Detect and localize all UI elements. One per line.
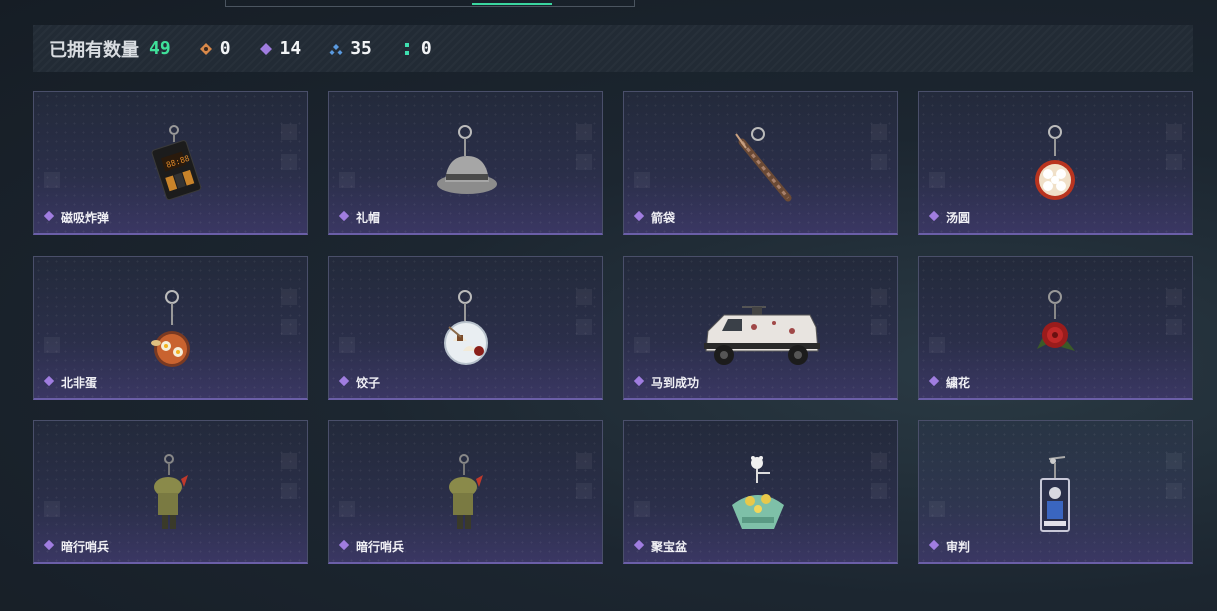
item-card[interactable]: 北非蛋 (33, 256, 308, 400)
item-card[interactable]: 聚宝盆 (623, 420, 898, 564)
item-card[interactable]: 审判 (918, 420, 1193, 564)
item-card[interactable]: 暗行哨兵 (328, 420, 603, 564)
item-name: 审判 (928, 538, 970, 555)
item-card[interactable]: 繍花 (918, 256, 1193, 400)
item-name: 暗行哨兵 (43, 538, 109, 555)
item-name: 聚宝盆 (633, 538, 687, 555)
item-name-label: 暗行哨兵 (61, 540, 110, 554)
item-name-label: 暗行哨兵 (356, 540, 405, 554)
item-card[interactable]: 饺子 (328, 256, 603, 400)
item-card[interactable]: 暗行哨兵 (33, 420, 308, 564)
purple-diamond-icon (633, 210, 645, 225)
purple-diamond-icon (43, 210, 55, 225)
purple-diamond-icon (43, 375, 55, 390)
stat-blue: 35 (329, 38, 372, 59)
item-name: 汤圆 (928, 209, 970, 226)
item-name: 马到成功 (633, 374, 699, 391)
purple-diamond-icon (928, 210, 940, 225)
stat-orange-value: 0 (219, 38, 231, 59)
stat-blue-value: 35 (350, 38, 372, 59)
item-name-label: 审判 (946, 540, 971, 554)
item-name: 磁吸炸弹 (43, 209, 109, 226)
item-name-label: 北非蛋 (61, 376, 98, 390)
owned-count-label: 已拥有数量 (49, 39, 139, 61)
stat-green-value: 0 (420, 38, 432, 59)
item-name-label: 礼帽 (356, 211, 381, 225)
item-name-label: 箭袋 (651, 211, 676, 225)
purple-diamond-icon (338, 210, 350, 225)
item-name-label: 聚宝盆 (651, 540, 688, 554)
blue-diamond-icon (329, 42, 343, 56)
item-name-label: 饺子 (356, 376, 381, 390)
orange-diamond-icon (199, 42, 213, 56)
item-name: 暗行哨兵 (338, 538, 404, 555)
purple-diamond-icon (43, 539, 55, 554)
top-tab-bar[interactable] (225, 0, 635, 7)
purple-diamond-icon (338, 539, 350, 554)
item-name: 礼帽 (338, 209, 380, 226)
item-card[interactable]: 汤圆 (918, 91, 1193, 235)
purple-diamond-icon (928, 375, 940, 390)
stat-purple-value: 14 (279, 38, 302, 59)
purple-diamond-icon (338, 375, 350, 390)
item-name-label: 繍花 (946, 376, 971, 390)
green-dots-icon (400, 42, 414, 56)
item-card[interactable]: 箭袋 (623, 91, 898, 235)
ownership-summary-bar: 已拥有数量 49 0 14 35 0 (33, 25, 1193, 72)
item-card[interactable]: 88:88 磁吸炸弹 (33, 91, 308, 235)
active-tab-indicator (472, 3, 552, 5)
purple-diamond-icon (633, 539, 645, 554)
purple-diamond-icon (633, 375, 645, 390)
item-name-label: 汤圆 (946, 211, 971, 225)
purple-diamond-icon (928, 539, 940, 554)
stat-green: 0 (400, 38, 432, 59)
stat-purple: 14 (259, 38, 302, 59)
item-card[interactable]: 礼帽 (328, 91, 603, 235)
item-name: 箭袋 (633, 209, 675, 226)
stat-orange: 0 (199, 38, 231, 59)
item-name: 北非蛋 (43, 374, 97, 391)
item-name: 繍花 (928, 374, 970, 391)
item-name: 饺子 (338, 374, 380, 391)
owned-count-total: 49 (149, 38, 171, 59)
purple-diamond-icon (259, 42, 273, 56)
item-name-label: 马到成功 (651, 376, 700, 390)
item-name-label: 磁吸炸弹 (61, 211, 110, 225)
item-card[interactable]: 马到成功 (623, 256, 898, 400)
